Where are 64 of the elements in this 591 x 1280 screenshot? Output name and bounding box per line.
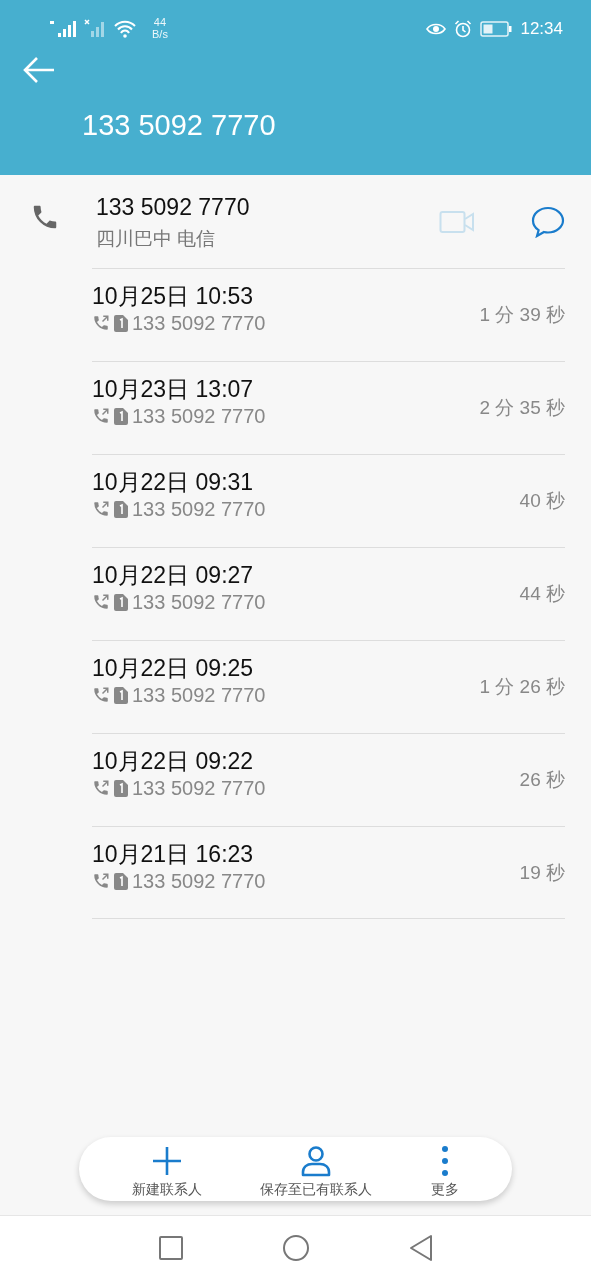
sim-card-icon	[114, 500, 128, 518]
call-number: 133 5092 7770	[132, 496, 266, 522]
call-number: 133 5092 7770	[132, 589, 266, 615]
eye-icon	[426, 22, 447, 36]
call-duration: 1 分 26 秒	[479, 675, 565, 699]
header-title: 133 5092 7770	[82, 108, 277, 143]
outgoing-call-icon	[92, 500, 110, 519]
call-log-item[interactable]: 10月21日 16:23 133 5092 7770 19 秒	[92, 826, 565, 919]
call-date-time: 10月22日 09:31	[92, 469, 255, 497]
call-log-item[interactable]: 10月25日 10:53 133 5092 7770 1 分 39 秒	[92, 268, 565, 361]
call-date-time: 10月22日 09:27	[92, 562, 255, 590]
call-duration: 1 分 39 秒	[479, 303, 565, 327]
recents-button[interactable]	[157, 1235, 184, 1261]
call-log-item[interactable]: 10月22日 09:22 133 5092 7770 26 秒	[92, 733, 565, 826]
home-button[interactable]	[281, 1234, 310, 1262]
call-number: 133 5092 7770	[132, 775, 266, 801]
outgoing-call-icon	[92, 872, 110, 891]
sim-card-icon	[114, 407, 128, 425]
network-speed: 44	[153, 17, 167, 29]
clock-time: 12:34	[520, 18, 563, 41]
call-date-time: 10月25日 10:53	[92, 283, 255, 311]
call-number: 133 5092 7770	[132, 403, 266, 429]
call-log-item[interactable]: 10月22日 09:31 133 5092 7770 40 秒	[92, 454, 565, 547]
new-contact-button[interactable]: 新建联系人	[132, 1140, 203, 1198]
number-location: 四川巴中 电信	[96, 226, 217, 251]
sim-card-icon	[114, 593, 128, 611]
signal-icon	[84, 19, 106, 39]
call-duration: 2 分 35 秒	[479, 396, 565, 420]
more-icon	[440, 1144, 449, 1177]
call-log-item[interactable]: 10月23日 13:07 133 5092 7770 2 分 35 秒	[92, 361, 565, 454]
call-date-time: 10月23日 13:07	[92, 376, 255, 404]
call-date-time: 10月22日 09:25	[92, 655, 255, 683]
outgoing-call-icon	[92, 686, 110, 705]
call-duration: 19 秒	[519, 861, 565, 885]
back-button[interactable]	[22, 56, 56, 84]
call-date-time: 10月22日 09:22	[92, 748, 255, 776]
call-duration: 26 秒	[519, 768, 565, 792]
network-speed-unit: B/s	[152, 29, 168, 41]
outgoing-call-icon	[92, 593, 110, 612]
alarm-icon	[454, 20, 473, 38]
more-button[interactable]: 更多	[430, 1140, 459, 1198]
call-number: 133 5092 7770	[132, 682, 266, 708]
call-log-item[interactable]: 10月22日 09:27 133 5092 7770 44 秒	[92, 547, 565, 640]
call-duration: 40 秒	[519, 489, 565, 513]
outgoing-call-icon	[92, 407, 110, 426]
message-button[interactable]	[531, 205, 565, 238]
call-number: 133 5092 7770	[132, 310, 266, 336]
plus-icon	[151, 1144, 184, 1177]
sim-card-icon	[114, 872, 128, 890]
call-duration: 44 秒	[519, 582, 565, 606]
back-button[interactable]	[407, 1234, 434, 1262]
sim-card-icon	[114, 779, 128, 797]
contact-number: 133 5092 7770	[96, 193, 250, 222]
save-to-contact-button[interactable]: 保存至已有联系人	[260, 1140, 373, 1198]
outgoing-call-icon	[92, 314, 110, 333]
battery-icon	[480, 21, 513, 37]
call-date-time: 10月21日 16:23	[92, 841, 255, 869]
person-icon	[300, 1144, 333, 1177]
call-log-item[interactable]: 10月22日 09:25 133 5092 7770 1 分 26 秒	[92, 640, 565, 733]
outgoing-call-icon	[92, 779, 110, 798]
sim-card-icon	[114, 686, 128, 704]
wifi-icon	[114, 20, 136, 38]
call-number: 133 5092 7770	[132, 868, 266, 894]
sim-card-icon	[114, 314, 128, 332]
